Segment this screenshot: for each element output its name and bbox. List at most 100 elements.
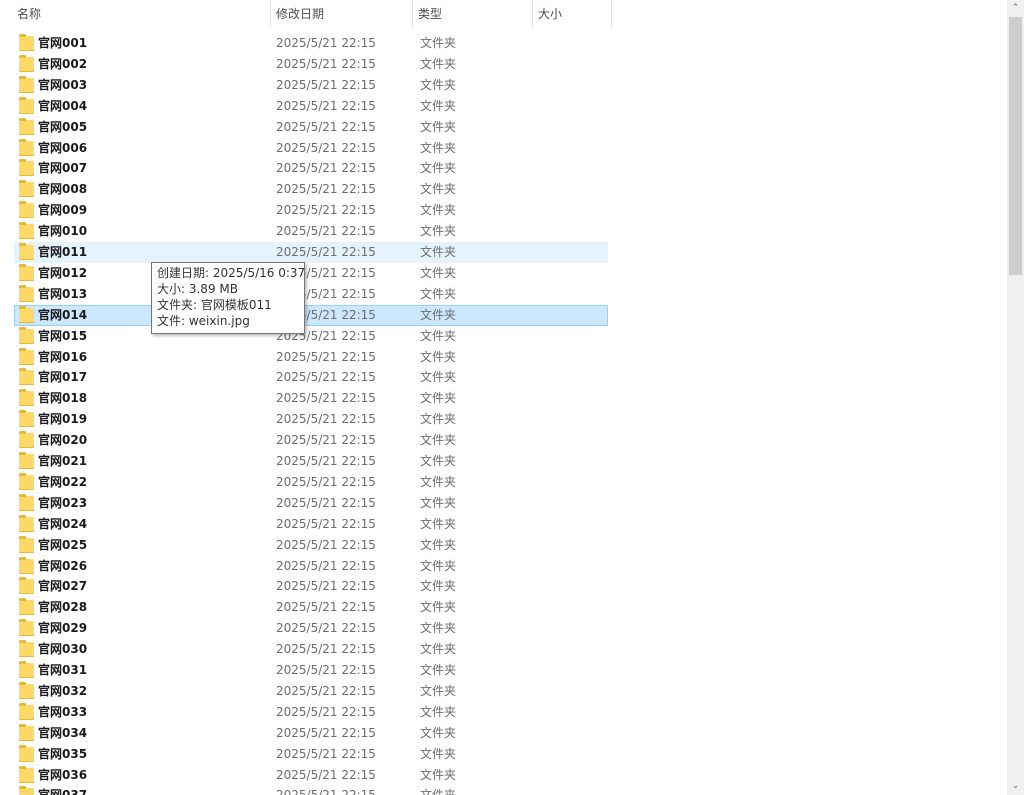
item-type: 文件夹: [420, 704, 457, 719]
list-item[interactable]: 官网012 2025/5/21 22:15 文件夹: [14, 263, 608, 284]
list-item[interactable]: 官网005 2025/5/21 22:15 文件夹: [14, 117, 608, 138]
tooltip-created-date: 创建日期: 2025/5/16 0:37: [157, 266, 306, 280]
column-header-type[interactable]: 类型: [413, 0, 533, 28]
list-item[interactable]: 官网025 2025/5/21 22:15 文件夹: [14, 535, 608, 556]
list-item[interactable]: 官网036 2025/5/21 22:15 文件夹: [14, 765, 608, 786]
folder-icon: [19, 389, 34, 407]
item-type: 文件夹: [420, 328, 457, 343]
list-item[interactable]: 官网021 2025/5/21 22:15 文件夹: [14, 451, 608, 472]
list-item[interactable]: 官网033 2025/5/21 22:15 文件夹: [14, 702, 608, 723]
item-type: 文件夹: [420, 140, 457, 155]
list-item[interactable]: 官网022 2025/5/21 22:15 文件夹: [14, 472, 608, 493]
item-type: 文件夹: [420, 433, 457, 448]
item-modified-date: 2025/5/21 22:15: [276, 140, 376, 155]
item-modified-date: 2025/5/21 22:15: [276, 349, 376, 364]
sort-ascending-icon: ^: [147, 0, 155, 7]
list-item[interactable]: 官网018 2025/5/21 22:15 文件夹: [14, 388, 608, 409]
list-item[interactable]: 官网013 2025/5/21 22:15 文件夹: [14, 284, 608, 305]
item-modified-date: 2025/5/21 22:15: [276, 474, 376, 489]
list-item[interactable]: 官网037 2025/5/21 22:15 文件夹: [14, 785, 608, 795]
list-item[interactable]: 官网010 2025/5/21 22:15 文件夹: [14, 221, 608, 242]
list-item[interactable]: 官网019 2025/5/21 22:15 文件夹: [14, 409, 608, 430]
folder-icon: [19, 744, 34, 762]
item-type: 文件夹: [420, 767, 457, 782]
item-modified-date: 2025/5/21 22:15: [276, 203, 376, 218]
item-modified-date: 2025/5/21 22:15: [276, 683, 376, 698]
folder-icon: [19, 222, 34, 240]
item-type: 文件夹: [420, 391, 457, 406]
item-name: 官网037: [38, 785, 87, 795]
scroll-down-icon[interactable]: ⌄: [1007, 778, 1024, 795]
list-item[interactable]: 官网011 2025/5/21 22:15 文件夹: [14, 242, 608, 263]
list-item[interactable]: 官网027 2025/5/21 22:15 文件夹: [14, 576, 608, 597]
list-item[interactable]: 官网016 2025/5/21 22:15 文件夹: [14, 347, 608, 368]
list-item[interactable]: 官网017 2025/5/21 22:15 文件夹: [14, 367, 608, 388]
list-item[interactable]: 官网029 2025/5/21 22:15 文件夹: [14, 618, 608, 639]
list-item[interactable]: 官网001 2025/5/21 22:15 文件夹: [14, 33, 608, 54]
file-list[interactable]: 官网001 2025/5/21 22:15 文件夹 官网002 2025/5/2…: [0, 0, 1007, 795]
list-item[interactable]: 官网030 2025/5/21 22:15 文件夹: [14, 639, 608, 660]
item-name: 官网019: [38, 412, 88, 427]
list-item[interactable]: 官网009 2025/5/21 22:15 文件夹: [14, 200, 608, 221]
item-name: 官网020: [38, 433, 88, 448]
item-name: 官网018: [38, 391, 88, 406]
item-modified-date: 2025/5/21 22:15: [276, 161, 376, 176]
item-name: 官网003: [38, 77, 88, 92]
list-item[interactable]: 官网031 2025/5/21 22:15 文件夹: [14, 660, 608, 681]
item-name: 官网030: [38, 642, 88, 657]
item-type: 文件夹: [420, 537, 457, 552]
column-header: 名称 ^ 修改日期 类型 大小: [0, 0, 1007, 28]
item-type: 文件夹: [420, 746, 457, 761]
list-item[interactable]: 官网020 2025/5/21 22:15 文件夹: [14, 430, 608, 451]
item-modified-date: 2025/5/21 22:15: [276, 119, 376, 134]
list-item[interactable]: 官网028 2025/5/21 22:15 文件夹: [14, 597, 608, 618]
item-modified-date: 2025/5/21 22:15: [276, 663, 376, 677]
list-item[interactable]: 官网035 2025/5/21 22:15 文件夹: [14, 744, 608, 765]
scroll-thumb[interactable]: [1009, 17, 1022, 275]
list-item[interactable]: 官网026 2025/5/21 22:15 文件夹: [14, 556, 608, 577]
item-modified-date: 2025/5/21 22:15: [276, 767, 376, 782]
folder-icon: [19, 577, 34, 595]
item-type: 文件夹: [420, 182, 457, 197]
tooltip-folders: 文件夹: 官网模板011: [157, 298, 272, 312]
scroll-up-icon[interactable]: ⌃: [1007, 0, 1024, 17]
list-item[interactable]: 官网002 2025/5/21 22:15 文件夹: [14, 54, 608, 75]
item-modified-date: 2025/5/21 22:15: [276, 704, 376, 719]
folder-icon: [19, 765, 34, 783]
list-item[interactable]: 官网004 2025/5/21 22:15 文件夹: [14, 96, 608, 117]
list-item[interactable]: 官网034 2025/5/21 22:15 文件夹: [14, 723, 608, 744]
item-name: 官网035: [38, 746, 88, 761]
list-item[interactable]: 官网007 2025/5/21 22:15 文件夹: [14, 158, 608, 179]
item-type: 文件夹: [420, 785, 456, 795]
item-name: 官网026: [38, 558, 88, 573]
column-header-date[interactable]: 修改日期: [271, 0, 413, 28]
item-type: 文件夹: [420, 56, 457, 71]
item-name: 官网025: [38, 537, 88, 552]
column-header-name[interactable]: 名称 ^: [12, 0, 271, 28]
column-header-name-label: 名称: [17, 7, 42, 21]
folder-icon: [19, 723, 34, 741]
item-name: 官网036: [38, 767, 88, 782]
list-item[interactable]: 官网014 2025/5/21 22:15 文件夹: [14, 304, 608, 326]
list-item[interactable]: 官网024 2025/5/21 22:15 文件夹: [14, 514, 608, 535]
list-item[interactable]: 官网008 2025/5/21 22:15 文件夹: [14, 179, 608, 200]
item-name: 官网027: [38, 579, 88, 594]
column-header-size[interactable]: 大小: [533, 0, 612, 28]
list-item[interactable]: 官网032 2025/5/21 22:15 文件夹: [14, 681, 608, 702]
list-item[interactable]: 官网006 2025/5/21 22:15 文件夹: [14, 138, 608, 159]
item-modified-date: 2025/5/21 22:15: [276, 785, 376, 795]
folder-icon: [19, 702, 34, 720]
vertical-scrollbar[interactable]: ⌃ ⌄: [1007, 0, 1024, 795]
tooltip-files: 文件: weixin.jpg: [157, 314, 250, 328]
folder-icon: [19, 347, 34, 365]
item-modified-date: 2025/5/21 22:15: [276, 391, 376, 406]
list-item[interactable]: 官网003 2025/5/21 22:15 文件夹: [14, 75, 608, 96]
item-name: 官网007: [38, 161, 88, 176]
item-name: 官网014: [38, 307, 88, 322]
list-item[interactable]: 官网023 2025/5/21 22:15 文件夹: [14, 493, 608, 514]
folder-icon: [19, 431, 34, 449]
item-name: 官网031: [38, 663, 88, 677]
item-name: 官网015: [38, 328, 88, 343]
item-name: 官网032: [38, 683, 88, 698]
list-item[interactable]: 官网015 2025/5/21 22:15 文件夹: [14, 326, 608, 347]
